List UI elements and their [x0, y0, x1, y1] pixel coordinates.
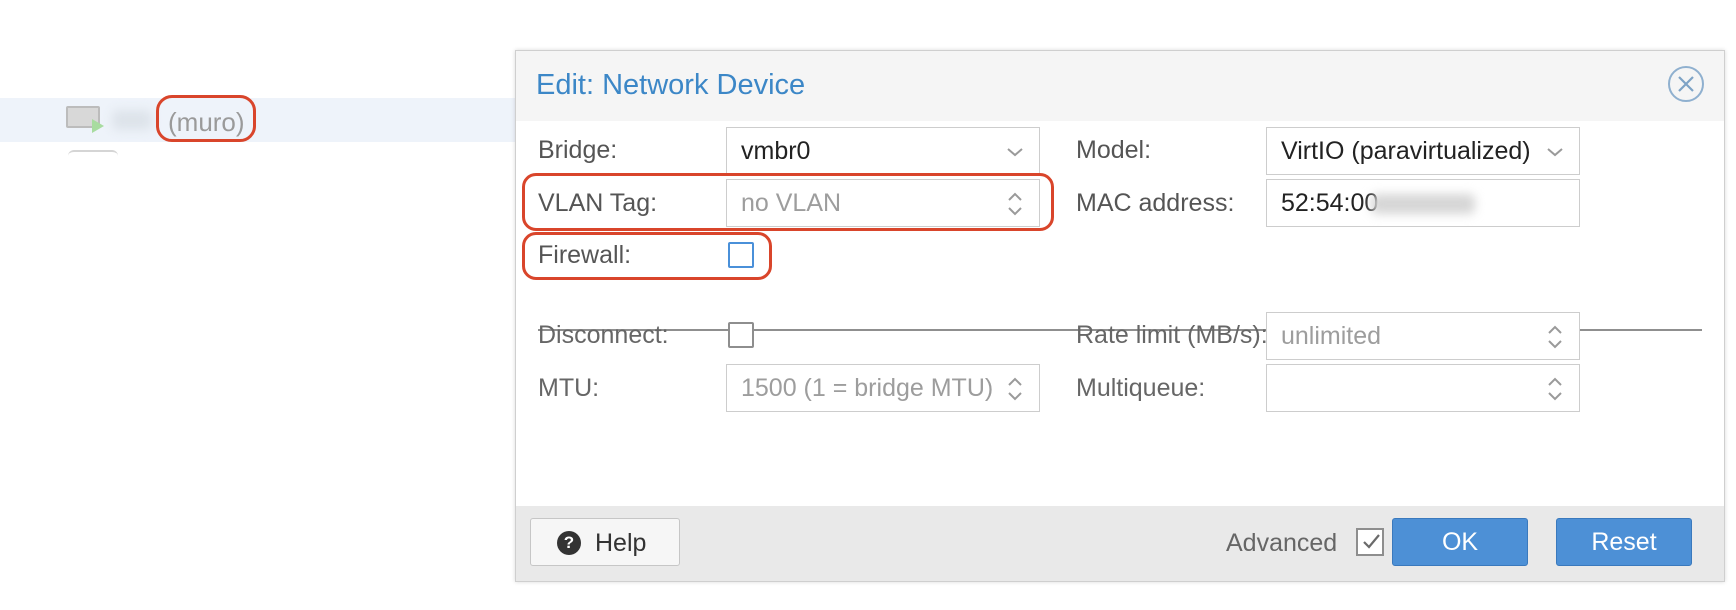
bridge-select[interactable]: vmbr0 [726, 127, 1040, 175]
chevron-down-icon [1007, 148, 1023, 157]
multiqueue-input[interactable] [1266, 364, 1580, 412]
rate-limit-input[interactable]: unlimited [1266, 312, 1580, 360]
multiqueue-label: Multiqueue: [1076, 374, 1206, 402]
spinner-arrows-icon[interactable] [1545, 321, 1565, 353]
highlight-ring-vm-name [156, 95, 256, 142]
spinner-arrows-icon[interactable] [1005, 373, 1025, 405]
advanced-checkbox[interactable] [1356, 528, 1384, 556]
dialog-footer: ? Help Advanced OK Reset [516, 506, 1724, 581]
help-icon: ? [557, 531, 581, 555]
tree-next-item [68, 150, 118, 156]
model-value: VirtIO (paravirtualized) [1281, 137, 1531, 165]
mac-address-label: MAC address: [1076, 189, 1235, 217]
mtu-placeholder: 1500 (1 = bridge MTU) [741, 374, 994, 402]
mac-address-input[interactable]: 52:54:00 [1266, 179, 1580, 227]
bridge-value: vmbr0 [741, 137, 811, 165]
mac-redacted [1371, 194, 1475, 214]
chevron-down-icon [1547, 148, 1563, 157]
spinner-arrows-icon[interactable] [1545, 373, 1565, 405]
vm-id-redacted [112, 110, 152, 130]
dialog-titlebar[interactable]: Edit: Network Device [516, 51, 1724, 121]
dialog-title: Edit: Network Device [536, 69, 806, 101]
mtu-label: MTU: [538, 374, 600, 402]
mac-address-value: 52:54:00 [1281, 189, 1379, 217]
help-button-label: Help [595, 529, 647, 557]
reset-button[interactable]: Reset [1556, 518, 1692, 566]
model-label: Model: [1076, 136, 1152, 164]
close-icon[interactable] [1668, 66, 1704, 102]
mtu-input[interactable]: 1500 (1 = bridge MTU) [726, 364, 1040, 412]
disconnect-checkbox[interactable] [728, 322, 754, 348]
disconnect-label: Disconnect: [538, 321, 669, 349]
highlight-ring-vlan [522, 173, 1054, 231]
advanced-label: Advanced [1226, 529, 1338, 557]
model-select[interactable]: VirtIO (paravirtualized) [1266, 127, 1580, 175]
help-button[interactable]: ? Help [530, 518, 680, 566]
ok-button[interactable]: OK [1392, 518, 1528, 566]
rate-limit-label: Rate limit (MB/s): [1076, 321, 1268, 349]
edit-network-device-dialog: Edit: Network Device Bridge: vmbr0 Model… [515, 50, 1725, 582]
rate-limit-placeholder: unlimited [1281, 322, 1382, 350]
checkmark-icon [1363, 534, 1380, 549]
bridge-label: Bridge: [538, 136, 618, 164]
highlight-ring-firewall [522, 232, 772, 280]
vm-running-icon [66, 106, 104, 136]
